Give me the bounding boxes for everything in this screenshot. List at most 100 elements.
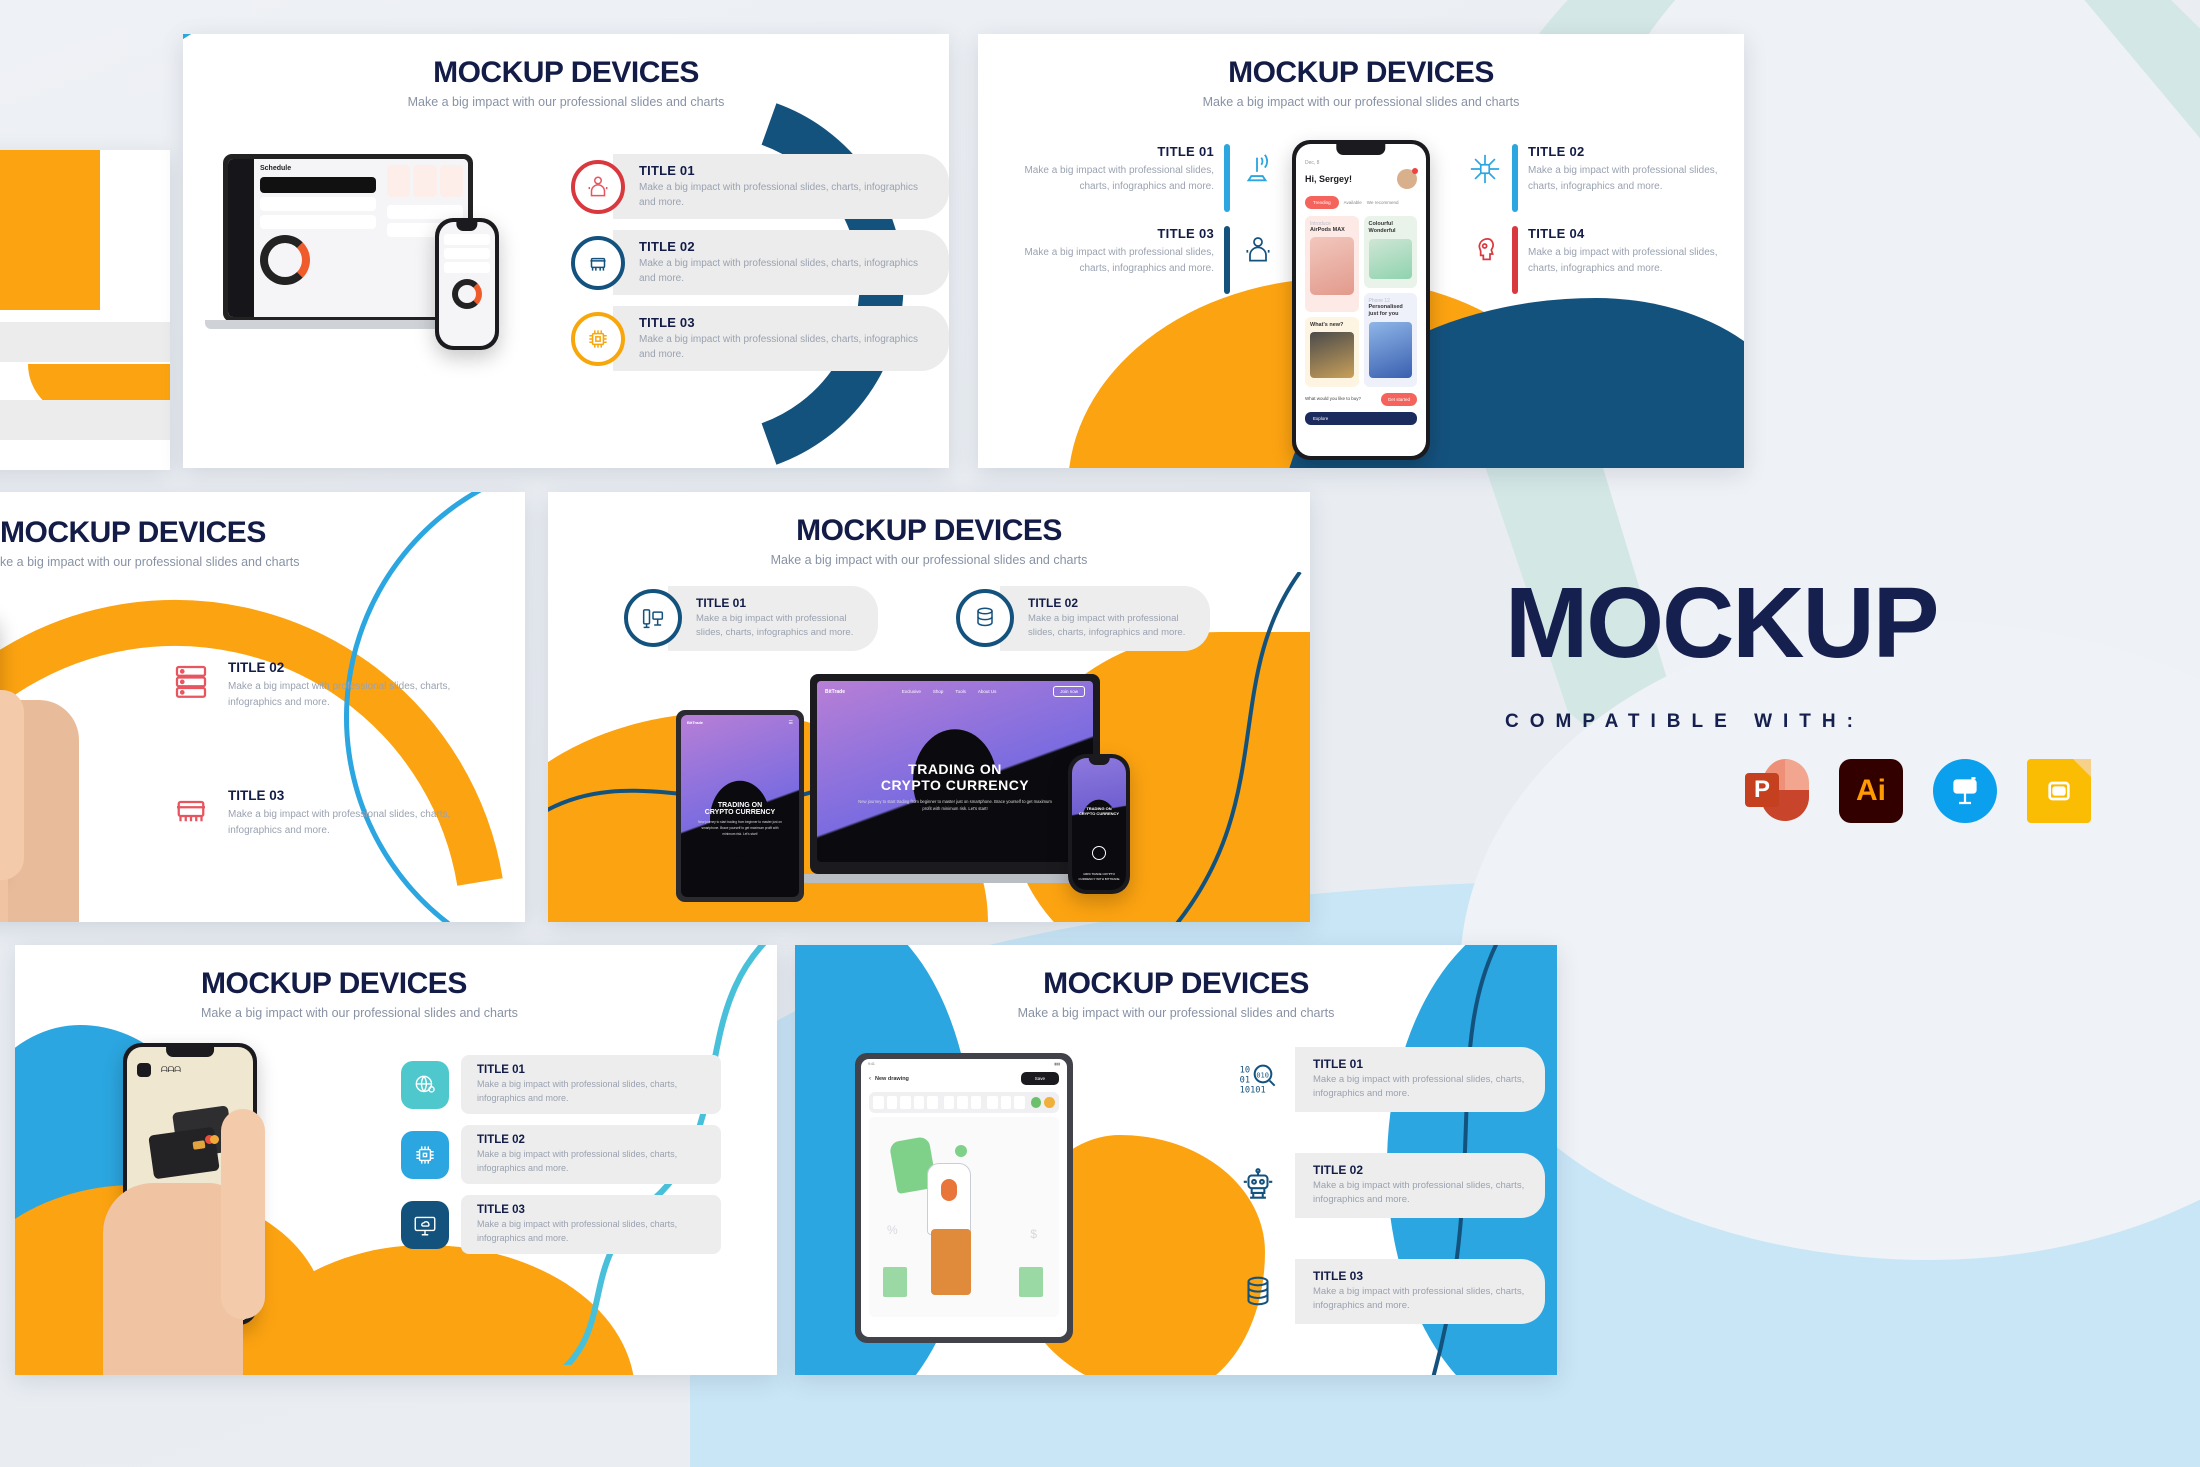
nav-cta-button[interactable]: Join now xyxy=(1053,686,1085,697)
slide1-item2-body: Make a big impact with professional slid… xyxy=(639,258,919,284)
slide1-item-1: TITLE 01 Make a big impact with professi… xyxy=(571,154,949,219)
google-slides-icon[interactable] xyxy=(2027,759,2091,823)
slide2-item2-body: Make a big impact with professional slid… xyxy=(1528,165,1718,192)
slide4-pill-1[interactable]: TITLE 01 Make a big impact with professi… xyxy=(668,586,878,651)
slide-preview-6[interactable]: MOCKUP DEVICES Make a big impact with ou… xyxy=(795,945,1557,1375)
slide6-pill-3[interactable]: TITLE 03 Make a big impact with professi… xyxy=(1295,1259,1545,1324)
processor-chip-icon xyxy=(571,235,625,290)
slide-preview-2[interactable]: MOCKUP DEVICES Make a big impact with ou… xyxy=(978,34,1744,468)
slide1-pill-2[interactable]: TITLE 02 Make a big impact with professi… xyxy=(613,230,949,295)
slide4-item-1: TITLE 01 Make a big impact with professi… xyxy=(624,586,878,651)
card2-title: Colourful Wonderful xyxy=(1368,221,1396,235)
headline-2: CRYPTO CURRENCY xyxy=(880,776,1030,793)
slide4-pill-2[interactable]: TITLE 02 Make a big impact with professi… xyxy=(1000,586,1210,651)
slide2-item3-body: Make a big impact with professional slid… xyxy=(1024,247,1214,274)
slide5-pill-3[interactable]: TITLE 03 Make a big impact with professi… xyxy=(461,1195,721,1254)
back-arrow-icon[interactable]: ‹ xyxy=(869,1076,871,1082)
slide5-item3-body: Make a big impact with professional slid… xyxy=(477,1219,678,1243)
drawing-canvas[interactable]: % $ xyxy=(869,1117,1059,1317)
nav-tools[interactable]: Tools xyxy=(955,689,966,694)
svg-text:01: 01 xyxy=(1240,1076,1250,1086)
slide-preview-5[interactable]: MOCKUP DEVICES Make a big impact with ou… xyxy=(15,945,777,1375)
cloud-monitor-icon xyxy=(401,1200,449,1249)
pill-strip-2: ofessional slides, charts, xyxy=(0,400,170,440)
headline-body: New journey to start trading from beginn… xyxy=(858,798,1052,811)
nav-shop[interactable]: Shop xyxy=(933,689,944,694)
snowflake-chip-icon xyxy=(1468,152,1502,191)
globe-network-icon xyxy=(401,1060,449,1109)
slide4-item2-body: Make a big impact with professional slid… xyxy=(1028,613,1186,639)
slide5-item2-title: TITLE 02 xyxy=(477,1134,525,1146)
slide1-item-3: TITLE 03 Make a big impact with professi… xyxy=(571,306,949,371)
accent-bar xyxy=(1224,226,1230,294)
phone-cta-text: What would you like to buy? xyxy=(1305,396,1362,402)
slide6-pill-1[interactable]: TITLE 01 Make a big impact with professi… xyxy=(1295,1047,1545,1112)
slide2-item-2: TITLE 02 Make a big impact with professi… xyxy=(1512,144,1742,212)
keynote-icon[interactable] xyxy=(1933,759,1997,823)
illustrator-icon[interactable]: Ai xyxy=(1839,759,1903,823)
product-card-2[interactable]: Colourful Wonderful xyxy=(1363,216,1417,288)
slide2-subtitle: Make a big impact with our professional … xyxy=(1202,95,1520,109)
slide4-subtitle: Make a big impact with our professional … xyxy=(770,553,1088,567)
phone-mockup: TRADING ON CRYPTO CURRENCY 100% TRADE CR… xyxy=(1068,754,1130,894)
phone-cta-button[interactable]: Get started xyxy=(1380,393,1417,406)
powerpoint-letter: P xyxy=(1745,773,1779,807)
drawing-toolbar[interactable] xyxy=(869,1092,1059,1113)
slide2-item-4: TITLE 04 Make a big impact with professi… xyxy=(1512,226,1742,294)
slide2-item4-title: TITLE 04 xyxy=(1528,226,1585,241)
product-card-4[interactable]: Phone 12 Personalised just for you xyxy=(1363,293,1417,387)
slide2-header: MOCKUP DEVICES Make a big impact with ou… xyxy=(978,34,1744,109)
slide6-title: MOCKUP DEVICES xyxy=(1043,967,1309,1000)
slide5-pill-1[interactable]: TITLE 01 Make a big impact with professi… xyxy=(461,1055,721,1114)
accent-bar xyxy=(1224,144,1230,212)
hamburger-icon[interactable]: ☰ xyxy=(789,720,793,726)
phone-mockup: Dec, 8 Hi, Sergey! Trending Available We… xyxy=(1292,140,1430,460)
product-card-3[interactable]: What's new? xyxy=(1305,317,1359,387)
slide5-item-3: TITLE 03 Make a big impact with professi… xyxy=(401,1195,721,1254)
slide1-pill-1[interactable]: TITLE 01 Make a big impact with professi… xyxy=(613,154,949,219)
card1-title: AirPods MAX xyxy=(1310,227,1345,233)
slide4-item1-title: TITLE 01 xyxy=(696,596,747,610)
hand-phone-mockup: ‹ Is Poland (+ 48) your current location… xyxy=(0,610,90,922)
phone-mockup xyxy=(435,218,499,350)
accent-bar xyxy=(1512,144,1518,212)
product-card-1[interactable]: Introduce AirPods MAX xyxy=(1305,216,1359,312)
illustrator-letters: Ai xyxy=(1856,774,1886,807)
slide4-header: MOCKUP DEVICES Make a big impact with ou… xyxy=(548,492,1310,567)
phone-footer[interactable]: Explore xyxy=(1305,412,1417,425)
slide5-title: MOCKUP DEVICES xyxy=(201,967,467,1000)
tab-recommend[interactable]: We recommend xyxy=(1367,200,1399,205)
nav-exclusive[interactable]: Exclusive xyxy=(902,689,921,694)
slide5-item2-body: Make a big impact with professional slid… xyxy=(477,1149,678,1173)
slide3-item2-body: Make a big impact with professional slid… xyxy=(228,809,451,836)
slide-preview-4[interactable]: MOCKUP DEVICES Make a big impact with ou… xyxy=(548,492,1310,922)
compatible-with-label: COMPATIBLE WITH: xyxy=(1505,711,1864,732)
slide-preview-0[interactable]: ofessional slides, charts, ofessional sl… xyxy=(0,150,170,470)
support-agent-icon xyxy=(1242,234,1274,271)
nav-about[interactable]: About Us xyxy=(978,689,997,694)
slide5-item1-title: TITLE 01 xyxy=(477,1064,525,1076)
slide5-item-2: TITLE 02 Make a big impact with professi… xyxy=(401,1125,721,1184)
slide3-item-1: TITLE 02 Make a big impact with professi… xyxy=(170,660,458,711)
slide3-item2-title: TITLE 03 xyxy=(228,788,285,803)
slide1-pill-3[interactable]: TITLE 03 Make a big impact with professi… xyxy=(613,306,949,371)
powerpoint-icon[interactable]: P xyxy=(1745,759,1809,823)
ai-head-icon xyxy=(1470,234,1502,271)
slide6-item1-title: TITLE 01 xyxy=(1313,1057,1364,1071)
phone-date: Dec, 8 xyxy=(1305,160,1320,166)
tab-available[interactable]: Available xyxy=(1344,200,1362,205)
slide5-pill-2[interactable]: TITLE 02 Make a big impact with professi… xyxy=(461,1125,721,1184)
slide3-item1-title: TITLE 02 xyxy=(228,660,285,675)
card4-title: Personalised just for you xyxy=(1368,304,1403,318)
headline-1: TRADING ON xyxy=(908,760,1002,777)
tab-trending[interactable]: Trending xyxy=(1305,196,1339,209)
save-button[interactable]: Save xyxy=(1020,1072,1059,1085)
slide5-header: MOCKUP DEVICES Make a big impact with ou… xyxy=(201,967,518,1020)
slide6-item-2: TITLE 02 Make a big impact with professi… xyxy=(1235,1153,1545,1218)
slide2-item1-body: Make a big impact with professional slid… xyxy=(1024,165,1214,192)
slide5-item1-body: Make a big impact with professional slid… xyxy=(477,1079,678,1103)
slide6-pill-2[interactable]: TITLE 02 Make a big impact with professi… xyxy=(1295,1153,1545,1218)
slide-preview-3[interactable]: MOCKUP DEVICES ke a big impact with our … xyxy=(0,492,525,922)
slide-preview-1[interactable]: MOCKUP DEVICES Make a big impact with ou… xyxy=(183,34,949,468)
slide3-title: MOCKUP DEVICES xyxy=(0,516,266,549)
